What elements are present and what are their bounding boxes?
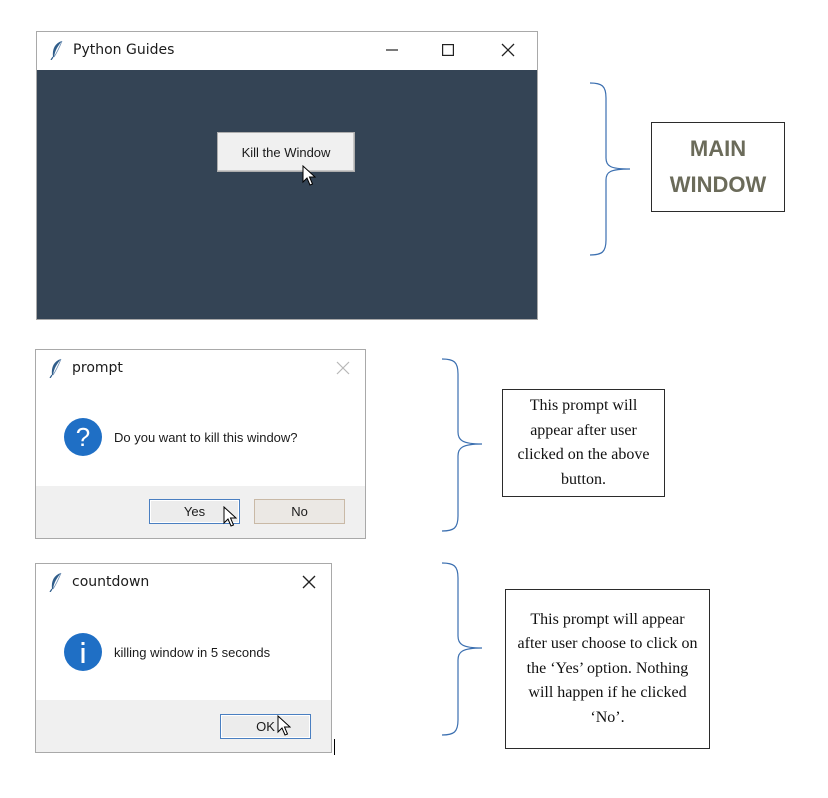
mouse-cursor-icon	[277, 715, 291, 736]
brace-countdown-dialog	[441, 562, 483, 736]
brace-main-window	[589, 82, 631, 256]
mouse-cursor-icon	[302, 165, 316, 186]
main-window-title: Python Guides	[73, 42, 175, 58]
prompt-close-button[interactable]	[320, 350, 366, 386]
main-window-titlebar[interactable]: Python Guides	[37, 32, 537, 68]
prompt-dialog-title: prompt	[72, 360, 123, 376]
countdown-dialog-title: countdown	[72, 574, 150, 590]
prompt-message: Do you want to kill this window?	[114, 430, 298, 445]
minimize-button[interactable]	[369, 32, 415, 68]
feather-icon	[50, 40, 63, 60]
ok-button[interactable]: OK	[220, 714, 311, 739]
main-window-label: MAIN WINDOW	[651, 122, 785, 212]
minimize-icon	[386, 49, 398, 51]
info-glyph-icon	[81, 642, 85, 663]
main-window-label-line1: MAIN	[689, 136, 747, 161]
countdown-note: This prompt will appear after user choos…	[505, 589, 710, 749]
prompt-dialog: prompt ? Do you want to kill this window…	[35, 349, 366, 539]
feather-icon	[49, 358, 62, 378]
question-icon: ?	[64, 418, 102, 456]
main-window: Python Guides Kill the Window	[36, 31, 538, 320]
main-window-body: Kill the Window	[37, 70, 537, 319]
brace-prompt-dialog	[441, 358, 483, 532]
text-caret	[334, 739, 335, 755]
prompt-note: This prompt will appear after user click…	[502, 389, 665, 497]
countdown-dialog-titlebar[interactable]: countdown	[36, 564, 331, 600]
maximize-button[interactable]	[425, 32, 471, 68]
countdown-dialog-footer: OK	[36, 700, 331, 752]
prompt-dialog-footer: Yes No	[36, 486, 365, 538]
maximize-icon	[442, 44, 454, 56]
close-button[interactable]	[485, 32, 531, 68]
mouse-cursor-icon	[223, 506, 237, 527]
prompt-dialog-titlebar[interactable]: prompt	[36, 350, 365, 386]
countdown-note-text: This prompt will appear after user choos…	[517, 610, 698, 726]
countdown-dialog: countdown killing window in 5 seconds OK	[35, 563, 332, 753]
kill-window-button[interactable]: Kill the Window	[217, 132, 355, 172]
info-icon	[64, 633, 102, 671]
close-icon	[501, 43, 515, 57]
feather-icon	[49, 572, 62, 592]
close-icon	[302, 575, 316, 589]
countdown-close-button[interactable]	[286, 564, 332, 600]
no-button[interactable]: No	[254, 499, 345, 524]
main-window-label-line2: WINDOW	[669, 172, 767, 197]
close-icon	[336, 361, 350, 375]
prompt-note-text: This prompt will appear after user click…	[517, 397, 650, 488]
countdown-message: killing window in 5 seconds	[114, 645, 271, 660]
